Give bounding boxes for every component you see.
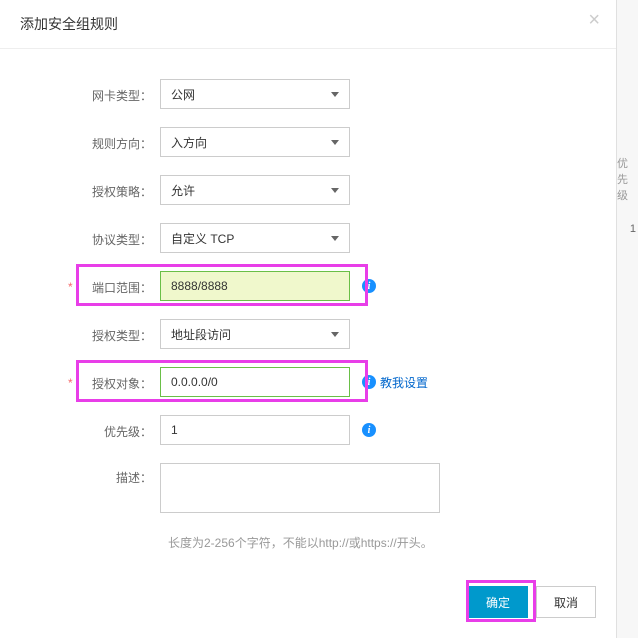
ok-button[interactable]: 确定 (468, 586, 528, 618)
label-policy: 授权策略： (40, 181, 160, 200)
modal-footer: 确定 取消 (468, 586, 596, 618)
background-panel: 优先级 1 (616, 0, 638, 638)
label-port-range: 端口范围： (40, 277, 160, 296)
label-auth-type: 授权类型： (40, 325, 160, 344)
cancel-button-label: 取消 (554, 594, 578, 611)
row-auth-object: 授权对象： i 教我设置 (40, 367, 576, 397)
label-description: 描述： (40, 463, 160, 486)
label-direction: 规则方向： (40, 133, 160, 152)
modal-title: 添加安全组规则 (20, 16, 118, 32)
select-protocol[interactable]: 自定义 TCP (160, 223, 350, 253)
info-icon[interactable]: i (362, 423, 376, 437)
help-link-auth-object[interactable]: 教我设置 (380, 374, 428, 391)
row-protocol: 协议类型： 自定义 TCP (40, 223, 576, 253)
modal-body: 网卡类型： 公网 规则方向： 入方向 授权策略： 允许 (0, 49, 616, 561)
row-port-range: 端口范围： i (40, 271, 576, 301)
label-auth-object: 授权对象： (40, 373, 160, 392)
bg-priority-header: 优先级 (617, 155, 636, 203)
select-policy[interactable]: 允许 (160, 175, 350, 205)
label-priority: 优先级： (40, 421, 160, 440)
add-security-rule-modal: 添加安全组规则 × 网卡类型： 公网 规则方向： 入方向 授权策略： (0, 0, 617, 638)
row-auth-type: 授权类型： 地址段访问 (40, 319, 576, 349)
cancel-button[interactable]: 取消 (536, 586, 596, 618)
ok-button-label: 确定 (486, 594, 510, 611)
select-auth-type-value: 地址段访问 (171, 326, 231, 343)
row-description: 描述： (40, 463, 576, 516)
info-icon[interactable]: i (362, 279, 376, 293)
label-protocol: 协议类型： (40, 229, 160, 248)
info-icon[interactable]: i (362, 375, 376, 389)
label-nic-type: 网卡类型： (40, 85, 160, 104)
select-nic-type[interactable]: 公网 (160, 79, 350, 109)
select-direction[interactable]: 入方向 (160, 127, 350, 157)
input-priority[interactable] (160, 415, 350, 445)
bg-row-value: 1 (630, 223, 636, 235)
input-port-range[interactable] (160, 271, 350, 301)
row-policy: 授权策略： 允许 (40, 175, 576, 205)
input-auth-object[interactable] (160, 367, 350, 397)
select-direction-value: 入方向 (171, 134, 207, 151)
select-auth-type[interactable]: 地址段访问 (160, 319, 350, 349)
row-direction: 规则方向： 入方向 (40, 127, 576, 157)
select-protocol-value: 自定义 TCP (171, 230, 234, 247)
textarea-description[interactable] (160, 463, 440, 513)
description-hint: 长度为2-256个字符，不能以http://或https://开头。 (168, 534, 488, 551)
select-nic-type-value: 公网 (171, 86, 195, 103)
close-icon[interactable]: × (588, 10, 600, 30)
row-nic-type: 网卡类型： 公网 (40, 79, 576, 109)
modal-header: 添加安全组规则 × (0, 0, 616, 49)
row-priority: 优先级： i (40, 415, 576, 445)
select-policy-value: 允许 (171, 182, 195, 199)
